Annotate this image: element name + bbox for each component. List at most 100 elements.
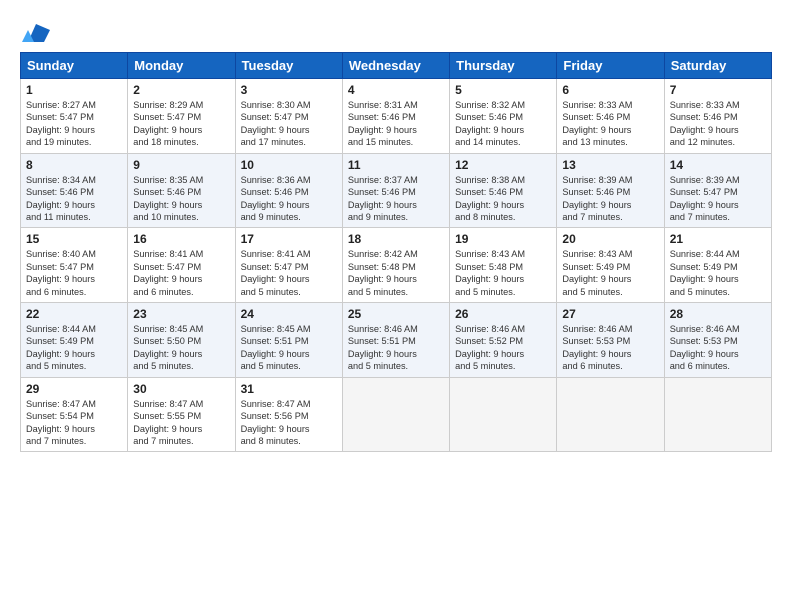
cell-sun-info: Sunrise: 8:47 AM Sunset: 5:54 PM Dayligh… [26, 398, 122, 448]
day-number: 4 [348, 83, 444, 97]
day-number: 19 [455, 232, 551, 246]
cell-sun-info: Sunrise: 8:47 AM Sunset: 5:55 PM Dayligh… [133, 398, 229, 448]
day-header-thursday: Thursday [450, 53, 557, 79]
day-number: 30 [133, 382, 229, 396]
cell-sun-info: Sunrise: 8:38 AM Sunset: 5:46 PM Dayligh… [455, 174, 551, 224]
cell-sun-info: Sunrise: 8:33 AM Sunset: 5:46 PM Dayligh… [562, 99, 658, 149]
cell-sun-info: Sunrise: 8:46 AM Sunset: 5:53 PM Dayligh… [562, 323, 658, 373]
calendar-body: 1Sunrise: 8:27 AM Sunset: 5:47 PM Daylig… [21, 79, 772, 452]
calendar-cell: 2 Sunrise: 8:29 AM Sunset: 5:47 PM Daylig… [128, 79, 235, 154]
calendar-cell [342, 377, 449, 452]
day-number: 17 [241, 232, 337, 246]
cell-sun-info: Sunrise: 8:39 AM Sunset: 5:47 PM Dayligh… [670, 174, 766, 224]
week-row-4: 22Sunrise: 8:44 AM Sunset: 5:49 PM Dayli… [21, 303, 772, 378]
week-row-2: 8 Sunrise: 8:34 AM Sunset: 5:46 PM Daylig… [21, 153, 772, 228]
calendar-cell: 23 Sunrise: 8:45 AM Sunset: 5:50 PM Dayli… [128, 303, 235, 378]
calendar-cell: 24Sunrise: 8:45 AM Sunset: 5:51 PM Dayli… [235, 303, 342, 378]
week-row-3: 15 Sunrise: 8:40 AM Sunset: 5:47 PM Dayli… [21, 228, 772, 303]
day-number: 7 [670, 83, 766, 97]
day-header-wednesday: Wednesday [342, 53, 449, 79]
calendar-cell: 10 Sunrise: 8:36 AM Sunset: 5:46 PM Dayli… [235, 153, 342, 228]
cell-sun-info: Sunrise: 8:42 AM Sunset: 5:48 PM Dayligh… [348, 248, 444, 298]
cell-sun-info: Sunrise: 8:46 AM Sunset: 5:53 PM Dayligh… [670, 323, 766, 373]
cell-sun-info: Sunrise: 8:33 AM Sunset: 5:46 PM Dayligh… [670, 99, 766, 149]
days-header-row: SundayMondayTuesdayWednesdayThursdayFrid… [21, 53, 772, 79]
calendar-page: SundayMondayTuesdayWednesdayThursdayFrid… [0, 0, 792, 462]
day-number: 10 [241, 158, 337, 172]
day-header-saturday: Saturday [664, 53, 771, 79]
day-number: 14 [670, 158, 766, 172]
day-number: 31 [241, 382, 337, 396]
cell-sun-info: Sunrise: 8:34 AM Sunset: 5:46 PM Dayligh… [26, 174, 122, 224]
calendar-cell: 9 Sunrise: 8:35 AM Sunset: 5:46 PM Daylig… [128, 153, 235, 228]
calendar-cell: 17Sunrise: 8:41 AM Sunset: 5:47 PM Dayli… [235, 228, 342, 303]
day-number: 9 [133, 158, 229, 172]
calendar-cell: 22Sunrise: 8:44 AM Sunset: 5:49 PM Dayli… [21, 303, 128, 378]
cell-sun-info: Sunrise: 8:45 AM Sunset: 5:51 PM Dayligh… [241, 323, 337, 373]
day-number: 25 [348, 307, 444, 321]
week-row-5: 29 Sunrise: 8:47 AM Sunset: 5:54 PM Dayli… [21, 377, 772, 452]
day-number: 15 [26, 232, 122, 246]
day-number: 26 [455, 307, 551, 321]
cell-sun-info: Sunrise: 8:44 AM Sunset: 5:49 PM Dayligh… [670, 248, 766, 298]
cell-sun-info: Sunrise: 8:45 AM Sunset: 5:50 PM Dayligh… [133, 323, 229, 373]
calendar-cell: 26Sunrise: 8:46 AM Sunset: 5:52 PM Dayli… [450, 303, 557, 378]
day-number: 22 [26, 307, 122, 321]
day-number: 8 [26, 158, 122, 172]
cell-sun-info: Sunrise: 8:36 AM Sunset: 5:46 PM Dayligh… [241, 174, 337, 224]
cell-sun-info: Sunrise: 8:27 AM Sunset: 5:47 PM Dayligh… [26, 99, 122, 149]
logo-icon [22, 20, 50, 48]
calendar-table: SundayMondayTuesdayWednesdayThursdayFrid… [20, 52, 772, 452]
cell-sun-info: Sunrise: 8:46 AM Sunset: 5:51 PM Dayligh… [348, 323, 444, 373]
cell-sun-info: Sunrise: 8:32 AM Sunset: 5:46 PM Dayligh… [455, 99, 551, 149]
calendar-cell: 14 Sunrise: 8:39 AM Sunset: 5:47 PM Dayli… [664, 153, 771, 228]
calendar-cell [450, 377, 557, 452]
cell-sun-info: Sunrise: 8:47 AM Sunset: 5:56 PM Dayligh… [241, 398, 337, 448]
cell-sun-info: Sunrise: 8:40 AM Sunset: 5:47 PM Dayligh… [26, 248, 122, 298]
calendar-cell: 12 Sunrise: 8:38 AM Sunset: 5:46 PM Dayli… [450, 153, 557, 228]
cell-sun-info: Sunrise: 8:41 AM Sunset: 5:47 PM Dayligh… [133, 248, 229, 298]
calendar-cell: 19 Sunrise: 8:43 AM Sunset: 5:48 PM Dayli… [450, 228, 557, 303]
day-number: 12 [455, 158, 551, 172]
calendar-cell: 27Sunrise: 8:46 AM Sunset: 5:53 PM Dayli… [557, 303, 664, 378]
logo [20, 20, 50, 48]
day-number: 16 [133, 232, 229, 246]
day-header-tuesday: Tuesday [235, 53, 342, 79]
cell-sun-info: Sunrise: 8:43 AM Sunset: 5:48 PM Dayligh… [455, 248, 551, 298]
calendar-cell: 18Sunrise: 8:42 AM Sunset: 5:48 PM Dayli… [342, 228, 449, 303]
day-number: 28 [670, 307, 766, 321]
cell-sun-info: Sunrise: 8:30 AM Sunset: 5:47 PM Dayligh… [241, 99, 337, 149]
day-number: 5 [455, 83, 551, 97]
calendar-cell [664, 377, 771, 452]
day-number: 6 [562, 83, 658, 97]
day-number: 13 [562, 158, 658, 172]
calendar-cell: 25 Sunrise: 8:46 AM Sunset: 5:51 PM Dayli… [342, 303, 449, 378]
calendar-cell: 1Sunrise: 8:27 AM Sunset: 5:47 PM Daylig… [21, 79, 128, 154]
calendar-cell [557, 377, 664, 452]
cell-sun-info: Sunrise: 8:43 AM Sunset: 5:49 PM Dayligh… [562, 248, 658, 298]
day-number: 11 [348, 158, 444, 172]
calendar-cell: 3 Sunrise: 8:30 AM Sunset: 5:47 PM Daylig… [235, 79, 342, 154]
day-header-friday: Friday [557, 53, 664, 79]
calendar-cell: 8 Sunrise: 8:34 AM Sunset: 5:46 PM Daylig… [21, 153, 128, 228]
calendar-cell: 13Sunrise: 8:39 AM Sunset: 5:46 PM Dayli… [557, 153, 664, 228]
cell-sun-info: Sunrise: 8:29 AM Sunset: 5:47 PM Dayligh… [133, 99, 229, 149]
day-number: 3 [241, 83, 337, 97]
calendar-cell: 31 Sunrise: 8:47 AM Sunset: 5:56 PM Dayli… [235, 377, 342, 452]
calendar-cell: 6 Sunrise: 8:33 AM Sunset: 5:46 PM Daylig… [557, 79, 664, 154]
calendar-cell: 15 Sunrise: 8:40 AM Sunset: 5:47 PM Dayli… [21, 228, 128, 303]
day-header-sunday: Sunday [21, 53, 128, 79]
day-number: 2 [133, 83, 229, 97]
day-number: 29 [26, 382, 122, 396]
cell-sun-info: Sunrise: 8:31 AM Sunset: 5:46 PM Dayligh… [348, 99, 444, 149]
calendar-cell: 4 Sunrise: 8:31 AM Sunset: 5:46 PM Daylig… [342, 79, 449, 154]
header [20, 16, 772, 48]
calendar-cell: 20Sunrise: 8:43 AM Sunset: 5:49 PM Dayli… [557, 228, 664, 303]
cell-sun-info: Sunrise: 8:35 AM Sunset: 5:46 PM Dayligh… [133, 174, 229, 224]
calendar-cell: 28 Sunrise: 8:46 AM Sunset: 5:53 PM Dayli… [664, 303, 771, 378]
cell-sun-info: Sunrise: 8:37 AM Sunset: 5:46 PM Dayligh… [348, 174, 444, 224]
calendar-cell: 29 Sunrise: 8:47 AM Sunset: 5:54 PM Dayli… [21, 377, 128, 452]
day-number: 23 [133, 307, 229, 321]
calendar-cell: 5 Sunrise: 8:32 AM Sunset: 5:46 PM Daylig… [450, 79, 557, 154]
calendar-cell: 30 Sunrise: 8:47 AM Sunset: 5:55 PM Dayli… [128, 377, 235, 452]
